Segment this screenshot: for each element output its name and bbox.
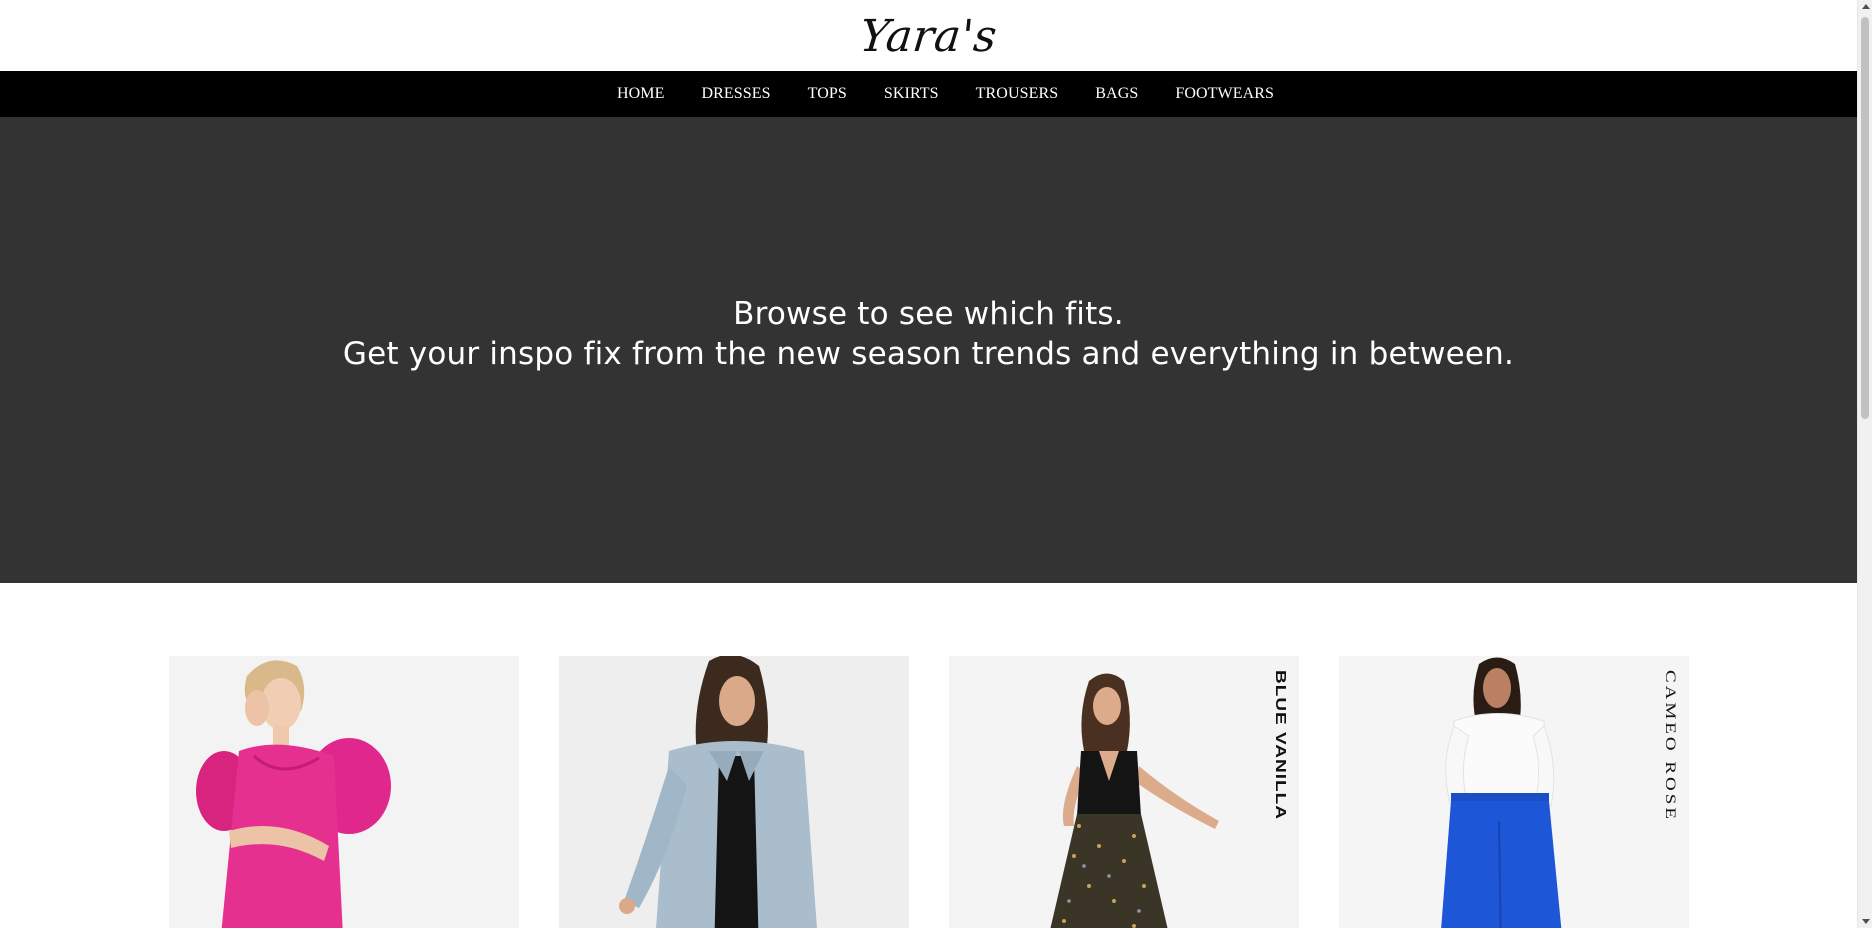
brand-logo[interactable]: Yara's (857, 11, 999, 62)
product-card-floral-skirt[interactable]: BLUE VANILLA (949, 656, 1299, 928)
nav-item-footwears[interactable]: FOOTWEARS (1157, 85, 1293, 103)
product-card-blue-trousers[interactable]: CAMEO ROSE (1339, 656, 1689, 928)
product-card-pink-dress[interactable] (169, 656, 519, 928)
page: Yara's HOME DRESSES TOPS SKIRTS TROUSERS… (0, 0, 1857, 928)
nav-item-dresses[interactable]: DRESSES (683, 85, 789, 103)
nav-item-bags[interactable]: BAGS (1077, 85, 1157, 103)
vertical-scrollbar[interactable] (1857, 0, 1872, 928)
brand-header: Yara's (0, 0, 1857, 71)
product-image-blue-trousers (1339, 656, 1689, 928)
product-card-blue-shirt[interactable] (559, 656, 909, 928)
product-brand-tag: CAMEO ROSE (1662, 670, 1679, 822)
hero-banner: Browse to see which fits. Get your inspo… (0, 117, 1857, 583)
main-nav: HOME DRESSES TOPS SKIRTS TROUSERS BAGS F… (0, 71, 1857, 117)
product-image-floral-skirt (949, 656, 1299, 928)
product-image-pink-dress (169, 656, 519, 928)
nav-list: HOME DRESSES TOPS SKIRTS TROUSERS BAGS F… (598, 85, 1292, 103)
hero-line-1: Browse to see which fits. (733, 296, 1124, 332)
product-grid: BLUE VANILLA CAMEO ROSE (169, 656, 1689, 928)
nav-item-trousers[interactable]: TROUSERS (957, 85, 1077, 103)
hero-line-2: Get your inspo fix from the new season t… (342, 336, 1515, 372)
scroll-thumb[interactable] (1861, 17, 1869, 419)
nav-item-tops[interactable]: TOPS (789, 85, 865, 103)
scroll-up-arrow-icon[interactable] (1862, 4, 1870, 9)
nav-item-home[interactable]: HOME (598, 85, 683, 103)
product-image-blue-shirt (559, 656, 909, 928)
product-brand-tag: BLUE VANILLA (1272, 670, 1289, 820)
nav-item-skirts[interactable]: SKIRTS (865, 85, 957, 103)
hero-text: Browse to see which fits. Get your inspo… (343, 294, 1514, 374)
scroll-down-arrow-icon[interactable] (1862, 919, 1870, 924)
